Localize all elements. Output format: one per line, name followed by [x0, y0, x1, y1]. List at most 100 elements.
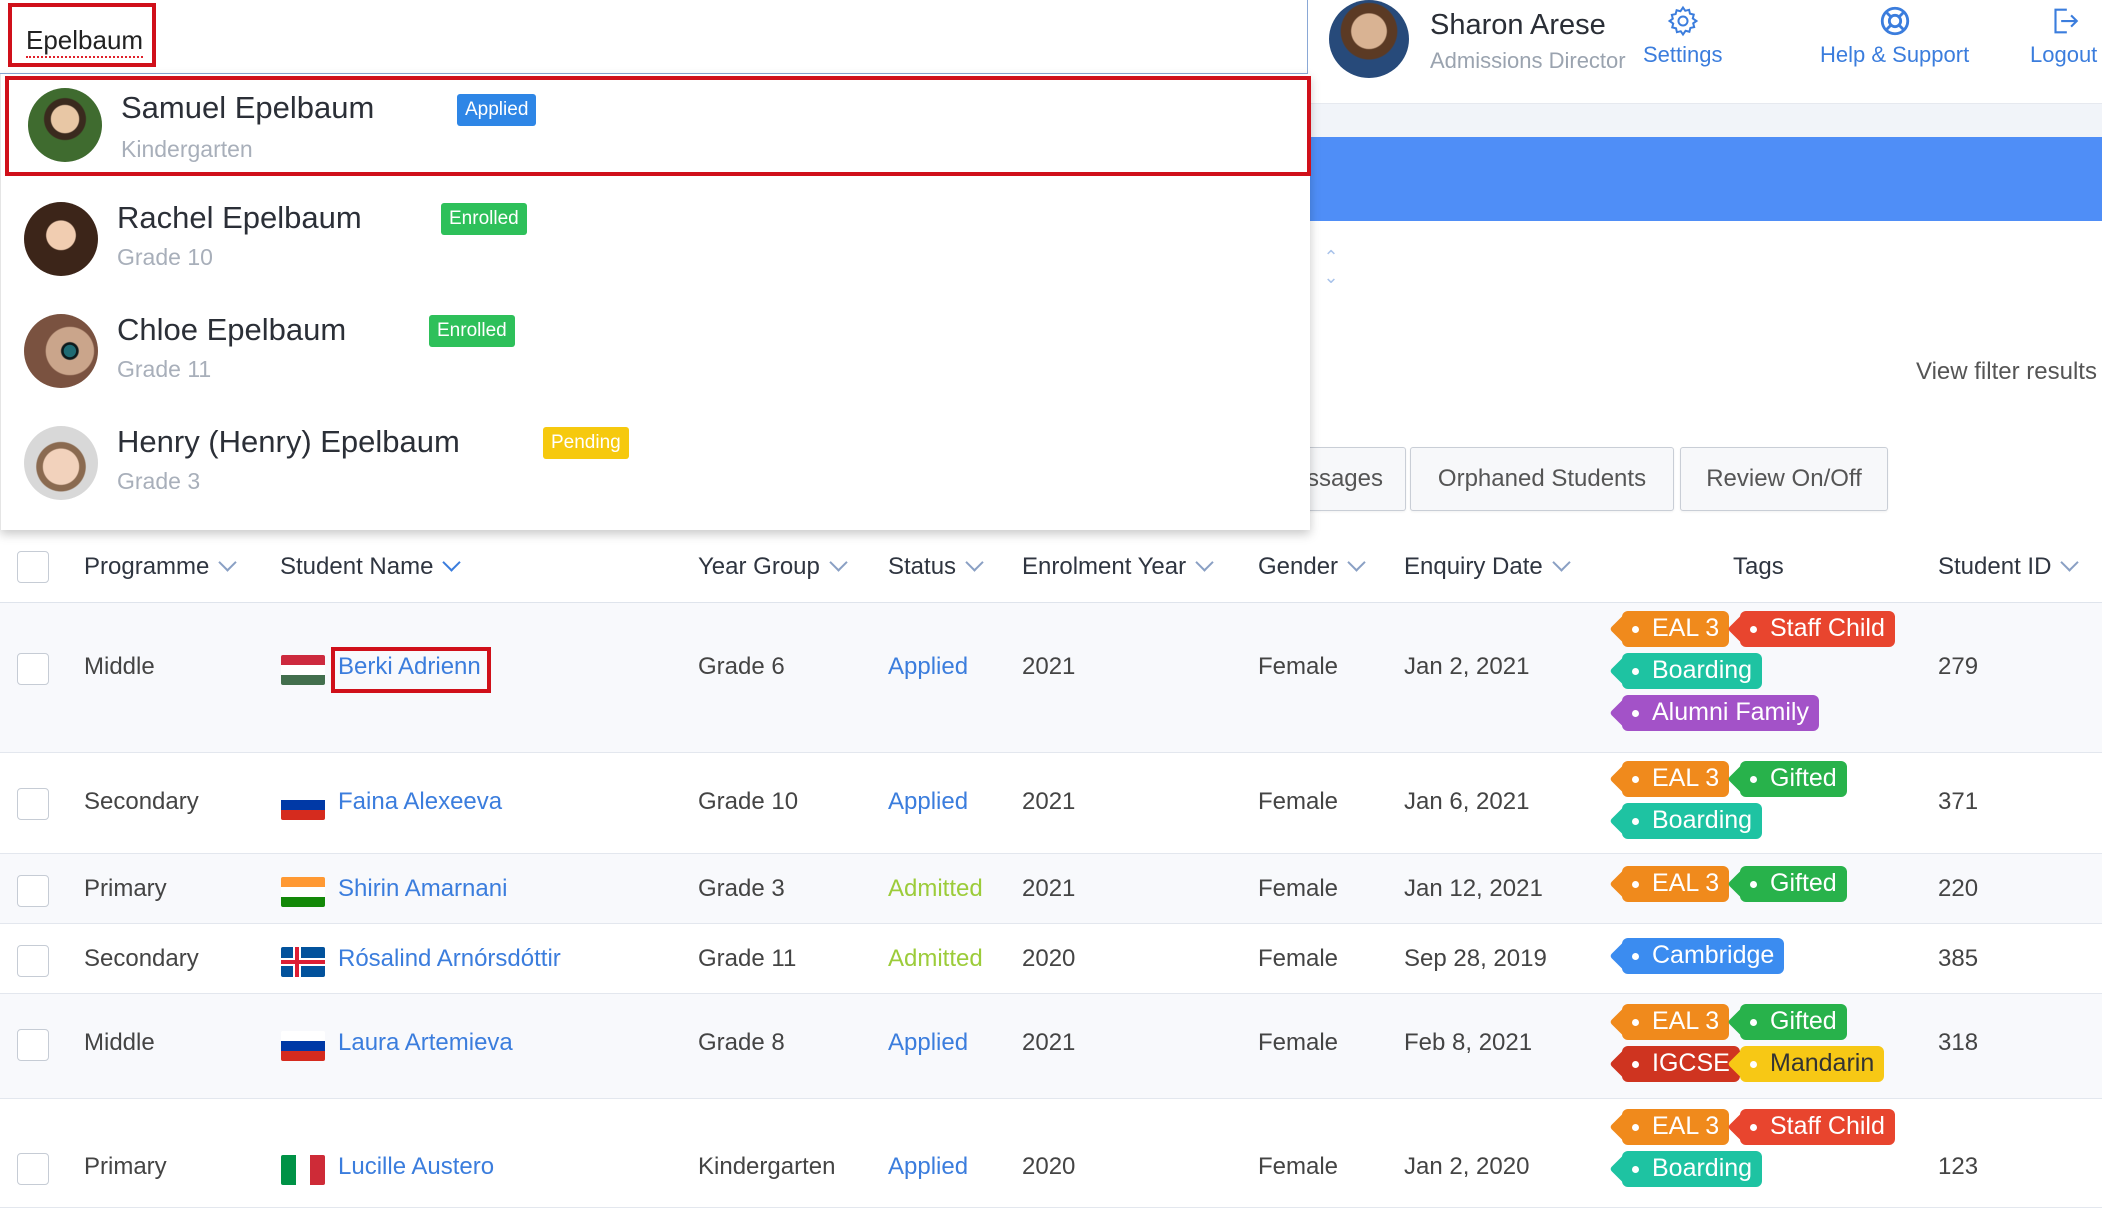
- user-avatar[interactable]: [1329, 0, 1409, 78]
- tag-label[interactable]: Gifted: [1740, 761, 1847, 797]
- year-group-cell: Grade 10: [698, 788, 799, 815]
- status-badge: Enrolled: [441, 203, 527, 235]
- tag-label[interactable]: Boarding: [1622, 1151, 1763, 1187]
- search-result-item[interactable]: Rachel Epelbaum Grade 10 Enrolled: [1, 194, 1311, 306]
- country-flag-icon: [281, 1155, 325, 1185]
- enrolment-year-cell: 2020: [1022, 1153, 1076, 1180]
- col-programme[interactable]: Programme: [84, 553, 238, 581]
- select-all-checkbox[interactable]: [17, 551, 49, 583]
- student-search-bar[interactable]: Epelbaum: [0, 0, 1308, 74]
- col-student-name[interactable]: Student Name: [280, 553, 462, 581]
- table-header: Programme Student Name Year Group Status…: [0, 531, 2102, 603]
- enrolment-year-cell: 2021: [1022, 1029, 1076, 1056]
- col-year-group[interactable]: Year Group: [698, 553, 848, 581]
- table-row[interactable]: Middle Grade 6 2021 Female Jan 2, 2021 279 App…: [0, 603, 2102, 753]
- chevron-down-icon: [442, 553, 462, 572]
- student-name-link[interactable]: Rósalind Arnórsdóttir: [338, 945, 561, 973]
- help-support-button[interactable]: Help & Support: [1820, 4, 1969, 68]
- row-checkbox[interactable]: [17, 945, 49, 977]
- search-result-item[interactable]: Henry (Henry) Epelbaum Grade 3 Pending: [1, 418, 1311, 530]
- status-cell[interactable]: Admitted: [888, 945, 983, 973]
- row-checkbox[interactable]: [17, 875, 49, 907]
- col-enquiry-date[interactable]: Enquiry Date: [1404, 553, 1571, 581]
- row-checkbox[interactable]: [17, 788, 49, 820]
- tag-label[interactable]: Alumni Family: [1622, 695, 1819, 731]
- result-name: Rachel Epelbaum: [117, 200, 362, 235]
- status-cell[interactable]: Applied: [888, 1153, 968, 1181]
- status-cell[interactable]: Applied: [888, 788, 968, 816]
- table-row[interactable]: Middle Grade 8 2021 Female Feb 8, 2021 318 App…: [0, 994, 2102, 1099]
- tag-label[interactable]: EAL 3: [1622, 1109, 1730, 1145]
- student-id-cell: 385: [1938, 945, 1979, 972]
- user-name: Sharon Arese: [1430, 9, 1606, 41]
- search-query-text: Epelbaum: [26, 25, 144, 58]
- status-cell[interactable]: Applied: [888, 653, 968, 681]
- tag-label[interactable]: EAL 3: [1622, 1004, 1730, 1040]
- tag-label[interactable]: IGCSE: [1622, 1046, 1740, 1082]
- settings-button[interactable]: Settings: [1643, 4, 1723, 68]
- result-name: Samuel Epelbaum: [121, 90, 375, 125]
- student-name-link[interactable]: Shirin Amarnani: [338, 875, 507, 903]
- tag-label[interactable]: Boarding: [1622, 653, 1763, 689]
- student-name-link[interactable]: Lucille Austero: [338, 1153, 494, 1181]
- search-result-item[interactable]: Samuel Epelbaum Kindergarten Applied: [5, 76, 1311, 176]
- col-student-id[interactable]: Student ID: [1938, 553, 2080, 581]
- student-name-link[interactable]: Faina Alexeeva: [338, 788, 502, 816]
- student-id-cell: 318: [1938, 1029, 1979, 1056]
- status-badge: Applied: [457, 94, 537, 126]
- tag-label[interactable]: Gifted: [1740, 1004, 1847, 1040]
- status-badge: Pending: [543, 427, 629, 459]
- search-result-item[interactable]: Chloe Epelbaum Grade 11 Enrolled: [1, 306, 1311, 418]
- row-checkbox[interactable]: [17, 1029, 49, 1061]
- chevron-down-icon: [1195, 553, 1214, 572]
- programme-cell: Primary: [84, 875, 167, 902]
- col-enrolment-year[interactable]: Enrolment Year: [1022, 553, 1214, 581]
- year-group-cell: Grade 11: [698, 945, 797, 972]
- table-row[interactable]: Primary Grade 3 2021 Female Jan 12, 2021 220 A…: [0, 854, 2102, 924]
- search-results-dropdown: Samuel Epelbaum Kindergarten Applied Rac…: [0, 74, 1311, 530]
- orphaned-students-button[interactable]: Orphaned Students: [1410, 447, 1674, 511]
- gender-cell: Female: [1258, 788, 1339, 815]
- programme-cell: Secondary: [84, 945, 199, 972]
- status-cell[interactable]: Applied: [888, 1029, 968, 1057]
- tag-label[interactable]: Mandarin: [1740, 1046, 1885, 1082]
- col-gender[interactable]: Gender: [1258, 553, 1366, 581]
- table-row[interactable]: Secondary Grade 11 2020 Female Sep 28, 2019 3…: [0, 924, 2102, 994]
- view-filter-results-link[interactable]: View filter results: [1916, 358, 2097, 386]
- student-name-link[interactable]: Laura Artemieva: [338, 1029, 513, 1057]
- gender-cell: Female: [1258, 1029, 1339, 1056]
- student-avatar: [24, 426, 98, 500]
- enquiry-date-cell: Jan 2, 2020: [1404, 1153, 1530, 1180]
- sort-arrows-icon[interactable]: ⌃ ⌄: [1318, 247, 1344, 291]
- status-cell[interactable]: Admitted: [888, 875, 983, 903]
- row-checkbox[interactable]: [17, 1153, 49, 1185]
- col-status[interactable]: Status: [888, 553, 984, 581]
- enquiry-date-cell: Sep 28, 2019: [1404, 945, 1547, 972]
- tag-label[interactable]: Boarding: [1622, 803, 1763, 839]
- gender-cell: Female: [1258, 945, 1339, 972]
- programme-cell: Middle: [84, 1029, 155, 1056]
- review-toggle-button[interactable]: Review On/Off: [1680, 447, 1888, 511]
- tag-label[interactable]: EAL 3: [1622, 761, 1730, 797]
- row-checkbox[interactable]: [17, 653, 49, 685]
- enquiry-date-cell: Jan 12, 2021: [1404, 875, 1543, 902]
- student-id-cell: 371: [1938, 788, 1979, 815]
- search-input[interactable]: Epelbaum: [8, 3, 156, 67]
- table-row[interactable]: Secondary Grade 10 2021 Female Jan 6, 2021 37…: [0, 753, 2102, 854]
- student-avatar: [28, 88, 102, 162]
- tag-label[interactable]: EAL 3: [1622, 866, 1730, 902]
- tag-label[interactable]: Cambridge: [1622, 938, 1785, 974]
- country-flag-icon: [281, 1031, 325, 1061]
- logout-button[interactable]: Logout: [2030, 4, 2097, 68]
- result-grade: Grade 10: [117, 244, 213, 270]
- enrolment-year-cell: 2020: [1022, 945, 1076, 972]
- tag-label[interactable]: Staff Child: [1740, 611, 1895, 647]
- country-flag-icon: [281, 947, 325, 977]
- help-support-label: Help & Support: [1820, 42, 1970, 67]
- tag-label[interactable]: EAL 3: [1622, 611, 1730, 647]
- tag-label[interactable]: Gifted: [1740, 866, 1847, 902]
- tag-label[interactable]: Staff Child: [1740, 1109, 1895, 1145]
- chevron-down-icon: [965, 553, 984, 572]
- gender-cell: Female: [1258, 875, 1339, 902]
- table-row[interactable]: Primary Kindergarten 2020 Female Jan 2, 2020…: [0, 1099, 2102, 1208]
